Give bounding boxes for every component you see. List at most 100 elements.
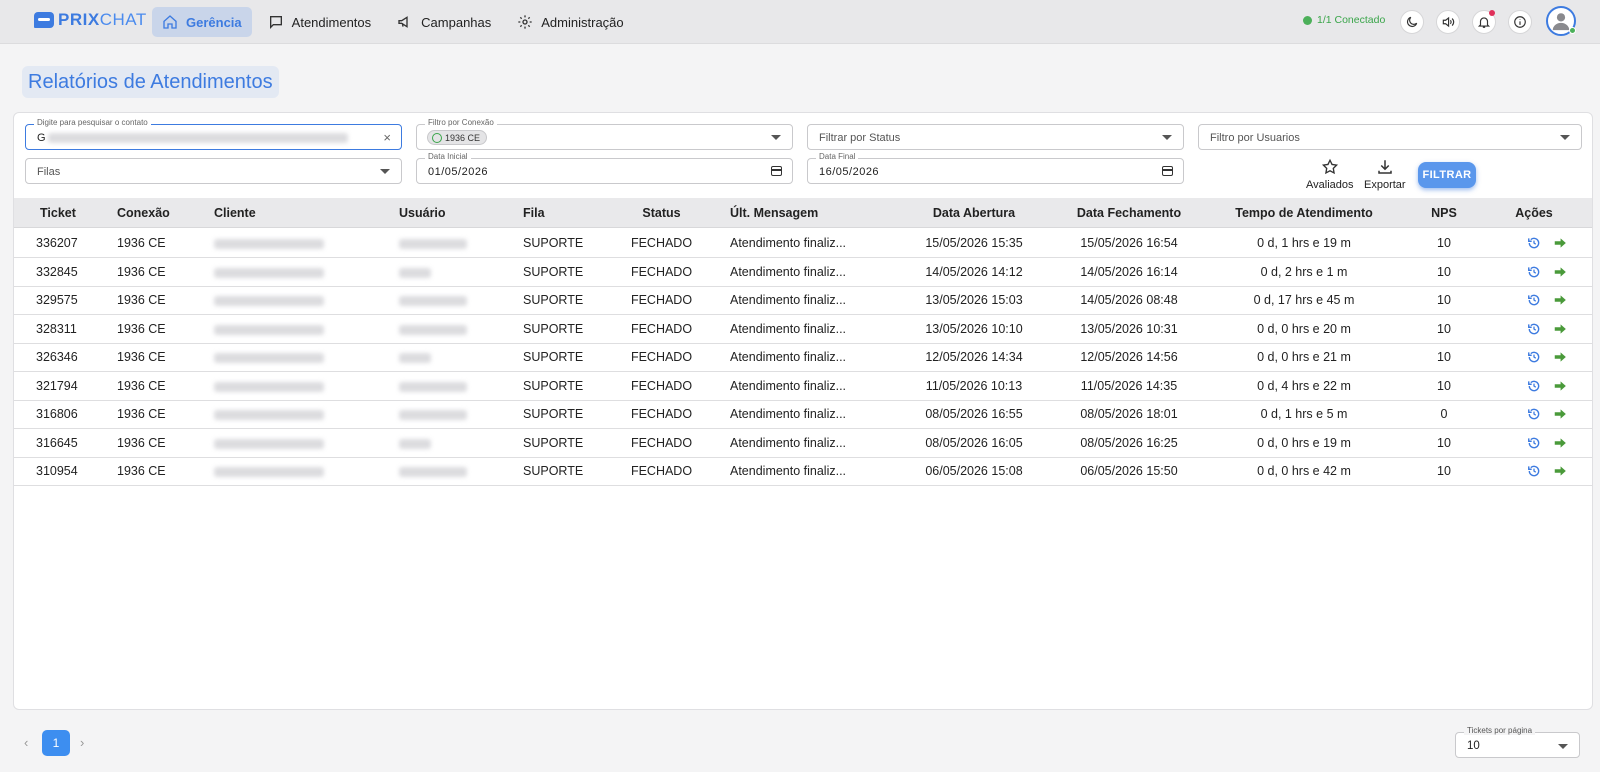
- dark-mode-button[interactable]: [1400, 10, 1424, 34]
- cell-cliente-redacted: [214, 467, 324, 477]
- column-header-tempo[interactable]: Tempo de Atendimento: [1224, 198, 1384, 228]
- arrow-right-icon[interactable]: [1553, 350, 1567, 364]
- calendar-icon[interactable]: [771, 166, 782, 176]
- table-row[interactable]: 326346 1936 CE SUPORTE FECHADO Atendimento f…: [14, 343, 1592, 372]
- arrow-right-icon[interactable]: [1553, 464, 1567, 478]
- app-logo[interactable]: PRIXCHAT: [34, 10, 147, 30]
- online-dot: [1569, 27, 1576, 34]
- cell-data-abertura: 08/05/2026 16:55: [925, 407, 1023, 421]
- table-row[interactable]: 310954 1936 CE SUPORTE FECHADO Atendimento f…: [14, 457, 1592, 486]
- cell-ult-mensagem: Atendimento finaliz...: [730, 407, 847, 421]
- history-icon[interactable]: [1527, 464, 1541, 478]
- cell-fila: SUPORTE: [523, 236, 584, 250]
- status-filter-select[interactable]: Filtrar por Status: [807, 124, 1184, 150]
- cell-fila: SUPORTE: [523, 293, 584, 307]
- cell-tempo: 0 d, 1 hrs e 19 m: [1257, 236, 1351, 250]
- contact-search-input[interactable]: Digite para pesquisar o contato G ×: [25, 118, 402, 150]
- volume-button[interactable]: [1436, 10, 1460, 34]
- cell-data-fechamento: 08/05/2026 18:01: [1080, 407, 1178, 421]
- start-date-value: 01/05/2026: [428, 166, 489, 178]
- filter-button[interactable]: FILTRAR: [1418, 162, 1476, 188]
- table-row[interactable]: 332845 1936 CE SUPORTE FECHADO Atendimento f…: [14, 258, 1592, 287]
- nav-item-administracao[interactable]: Administração: [507, 7, 633, 37]
- queues-filter-placeholder: Filas: [37, 166, 61, 178]
- connection-filter-label: Filtro por Conexão: [425, 118, 497, 128]
- nav-label: Administração: [541, 14, 624, 30]
- arrow-right-icon[interactable]: [1553, 293, 1567, 307]
- calendar-icon[interactable]: [1162, 166, 1173, 176]
- cell-ticket: 321794: [36, 378, 78, 393]
- clear-icon[interactable]: ×: [383, 130, 391, 145]
- info-button[interactable]: [1508, 10, 1532, 34]
- arrow-right-icon[interactable]: [1553, 436, 1567, 450]
- arrow-right-icon[interactable]: [1553, 407, 1567, 421]
- connection-chip[interactable]: 1936 CE: [427, 130, 488, 145]
- cell-data-abertura: 15/05/2026 15:35: [925, 236, 1023, 250]
- cell-status: FECHADO: [630, 350, 693, 364]
- chevron-right-icon[interactable]: ›: [80, 735, 84, 750]
- table-row[interactable]: 321794 1936 CE SUPORTE FECHADO Atendimento f…: [14, 372, 1592, 401]
- nav-item-gerencia[interactable]: Gerência: [152, 7, 252, 37]
- home-icon: [163, 15, 177, 29]
- column-header-ticket[interactable]: Ticket: [40, 198, 76, 228]
- start-date-input[interactable]: Data Inicial 01/05/2026: [416, 152, 793, 184]
- history-icon[interactable]: [1527, 407, 1541, 421]
- column-header-cliente[interactable]: Cliente: [214, 198, 256, 228]
- chat-bubble-icon: [269, 16, 282, 29]
- report-card: Digite para pesquisar o contato G × Filt…: [13, 112, 1593, 710]
- user-avatar[interactable]: [1546, 6, 1576, 36]
- cell-ult-mensagem: Atendimento finaliz...: [730, 464, 847, 478]
- cell-tempo: 0 d, 0 hrs e 20 m: [1257, 321, 1351, 336]
- column-header-data-abertura[interactable]: Data Abertura: [914, 198, 1034, 228]
- cell-data-fechamento: 08/05/2026 16:25: [1080, 435, 1178, 450]
- arrow-right-icon[interactable]: [1553, 322, 1567, 336]
- cell-ticket: 316645: [36, 435, 78, 450]
- cell-data-fechamento: 14/05/2026 16:14: [1080, 264, 1178, 279]
- cell-data-fechamento: 06/05/2026 15:50: [1080, 464, 1178, 478]
- queues-filter-select[interactable]: Filas: [25, 158, 402, 184]
- export-button[interactable]: Exportar: [1364, 158, 1406, 191]
- column-header-fila[interactable]: Fila: [523, 198, 545, 228]
- history-icon[interactable]: [1527, 293, 1541, 307]
- chevron-left-icon[interactable]: ‹: [24, 735, 28, 750]
- arrow-right-icon[interactable]: [1553, 379, 1567, 393]
- table-row[interactable]: 336207 1936 CE SUPORTE FECHADO Atendimento f…: [14, 229, 1592, 258]
- arrow-right-icon[interactable]: [1553, 265, 1567, 279]
- column-header-usuario[interactable]: Usuário: [399, 198, 446, 228]
- table-row[interactable]: 329575 1936 CE SUPORTE FECHADO Atendimento f…: [14, 286, 1592, 315]
- end-date-input[interactable]: Data Final 16/05/2026: [807, 152, 1184, 184]
- cell-cliente-redacted: [214, 267, 324, 278]
- table-row[interactable]: 316806 1936 CE SUPORTE FECHADO Atendimento f…: [14, 400, 1592, 429]
- nav-item-atendimentos[interactable]: Atendimentos: [258, 7, 382, 37]
- table-row[interactable]: 316645 1936 CE SUPORTE FECHADO Atendimento f…: [14, 429, 1592, 458]
- history-icon[interactable]: [1527, 379, 1541, 393]
- column-header-conexao[interactable]: Conexão: [117, 198, 170, 228]
- history-icon[interactable]: [1527, 436, 1541, 450]
- column-header-status[interactable]: Status: [614, 198, 709, 228]
- table-row[interactable]: 328311 1936 CE SUPORTE FECHADO Atendimento f…: [14, 315, 1592, 344]
- tickets-per-page-select[interactable]: Tickets por página 10: [1455, 726, 1580, 758]
- users-filter-select[interactable]: Filtro por Usuarios: [1198, 124, 1582, 150]
- nav-item-campanhas[interactable]: Campanhas: [387, 7, 501, 37]
- logo-chat-icon: [34, 12, 54, 28]
- cell-data-abertura: 08/05/2026 16:05: [925, 435, 1023, 450]
- cell-usuario-redacted: [399, 267, 431, 278]
- cell-usuario-redacted: [399, 467, 467, 477]
- notifications-button[interactable]: [1472, 10, 1496, 34]
- page-button-current[interactable]: 1: [42, 730, 70, 756]
- cell-conexao: 1936 CE: [117, 435, 166, 450]
- history-icon[interactable]: [1527, 265, 1541, 279]
- history-icon[interactable]: [1527, 236, 1541, 250]
- column-header-nps[interactable]: NPS: [1414, 198, 1474, 228]
- rated-button[interactable]: Avaliados: [1306, 158, 1354, 191]
- cell-nps: 10: [1437, 435, 1451, 450]
- chevron-down-icon: [771, 135, 781, 140]
- connection-filter-select[interactable]: Filtro por Conexão 1936 CE: [416, 118, 793, 150]
- history-icon[interactable]: [1527, 322, 1541, 336]
- cell-conexao: 1936 CE: [117, 293, 166, 307]
- cell-ticket: 336207: [36, 236, 78, 250]
- column-header-ult-mensagem[interactable]: Últ. Mensagem: [730, 198, 818, 228]
- history-icon[interactable]: [1527, 350, 1541, 364]
- arrow-right-icon[interactable]: [1553, 236, 1567, 250]
- column-header-data-fechamento[interactable]: Data Fechamento: [1064, 198, 1194, 228]
